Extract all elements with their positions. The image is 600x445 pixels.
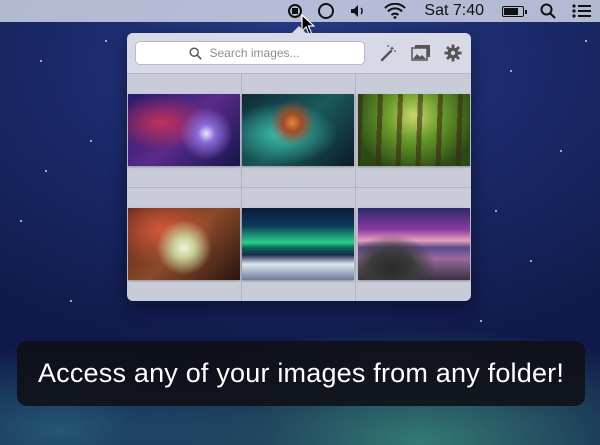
wifi-icon[interactable] [384,0,407,22]
image-cell[interactable] [356,74,471,188]
battery-charging-icon[interactable] [502,0,527,22]
image-picker-popover [127,26,471,301]
gear-icon[interactable] [442,43,464,63]
thumbnail-nebula-purple[interactable] [127,94,240,167]
volume-icon[interactable] [350,0,368,22]
search-icon [188,46,202,60]
menu-bar: Sat 7:40 [0,0,600,22]
menu-clock[interactable]: Sat 7:40 [424,2,484,20]
thumbnail-forest[interactable] [357,94,470,167]
image-cell[interactable] [127,74,242,188]
magic-wand-icon[interactable] [377,43,399,63]
thumbnail-orion-nebula[interactable] [127,208,240,281]
image-cell[interactable] [127,187,242,301]
photos-icon[interactable] [410,43,432,63]
imageshack-ring-icon[interactable] [318,0,335,22]
notification-center-icon[interactable] [572,0,592,22]
caption-banner: Access any of your images from any folde… [17,341,585,406]
image-cell[interactable] [242,187,357,301]
thumbnail-aurora[interactable] [242,208,355,281]
search-field[interactable] [135,41,365,65]
image-cell[interactable] [241,74,357,188]
thumbnail-sunset-lake[interactable] [357,208,470,281]
thumbnail-nebula-teal[interactable] [242,94,355,167]
spotlight-search-icon[interactable] [540,0,556,22]
image-cell[interactable] [356,188,471,302]
popover-toolbar [127,33,471,74]
search-input[interactable] [207,45,312,61]
image-grid [127,74,471,301]
